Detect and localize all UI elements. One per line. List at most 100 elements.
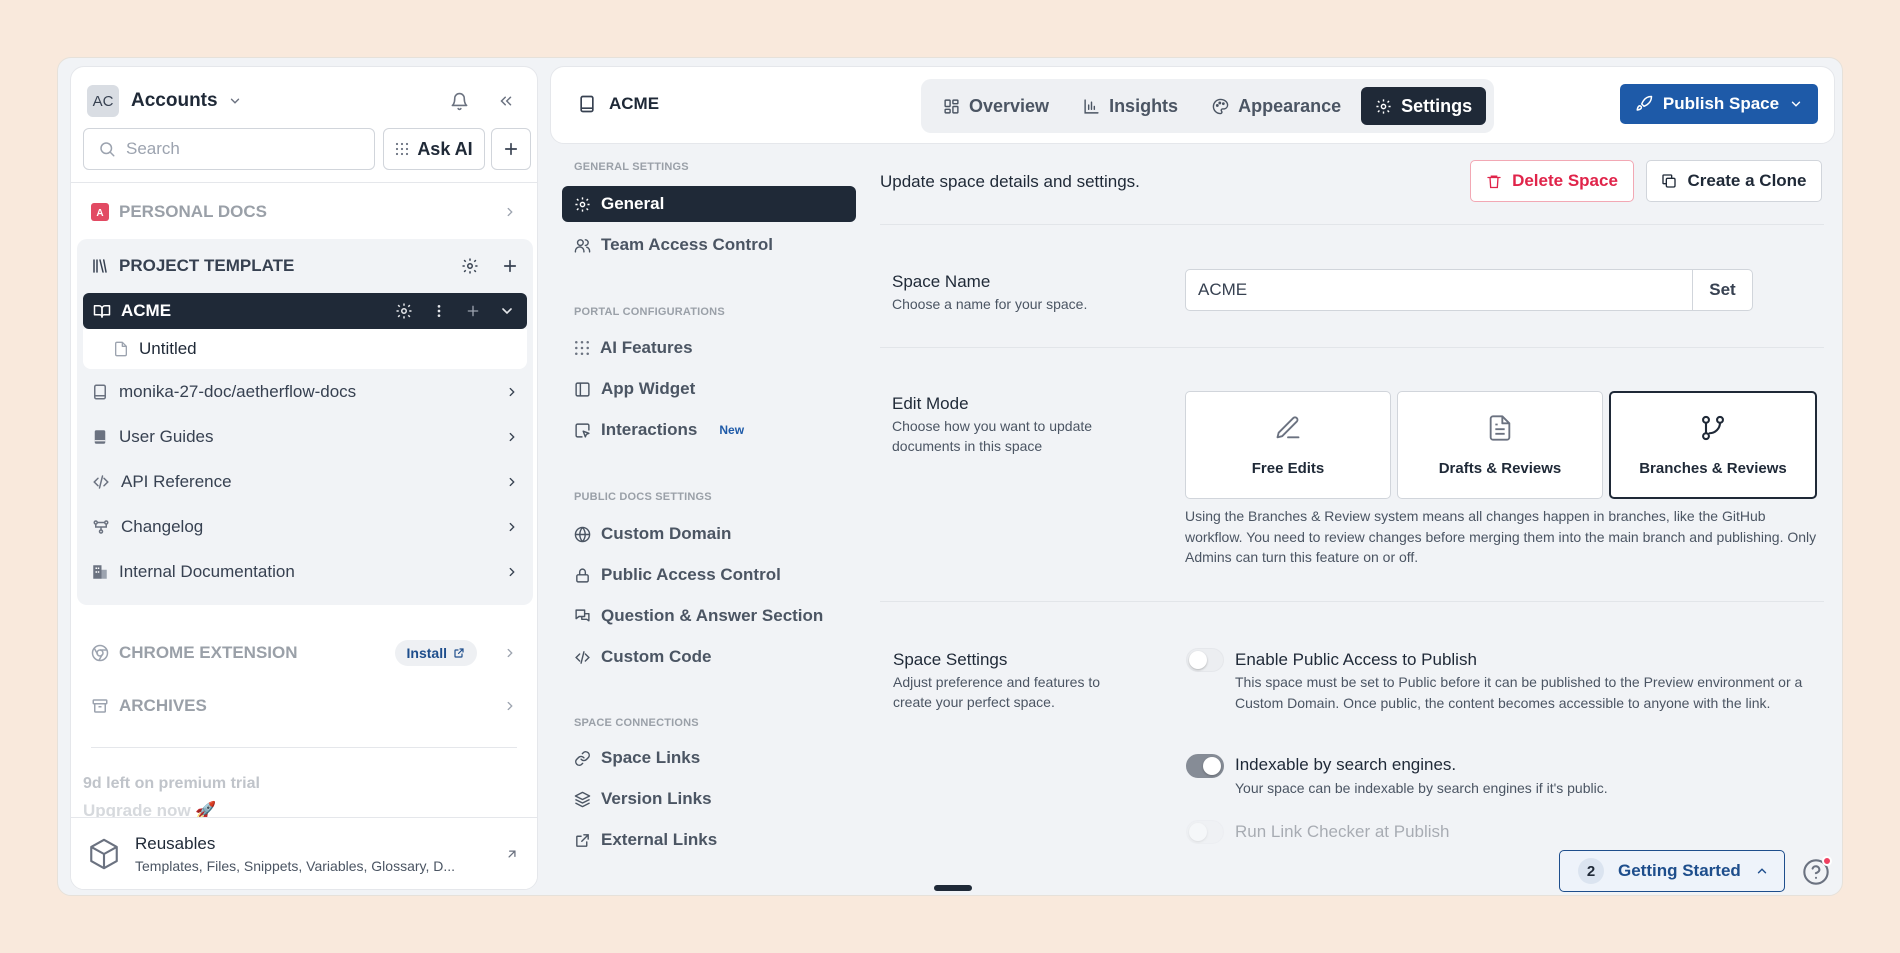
indexable-toggle[interactable] [1186, 754, 1224, 778]
chevron-right-icon[interactable] [503, 646, 517, 660]
bell-icon[interactable] [450, 92, 469, 111]
notification-dot [1822, 856, 1832, 866]
chevron-right-icon[interactable] [505, 430, 519, 444]
tab-insights[interactable]: Insights [1069, 87, 1192, 125]
drag-handle[interactable] [934, 885, 972, 891]
sidebar-item-changelog[interactable]: Changelog [91, 512, 519, 542]
external-link-icon [453, 647, 465, 659]
publish-label: Publish Space [1662, 94, 1780, 113]
delete-space-button[interactable]: Delete Space [1470, 160, 1634, 202]
install-label: Install [406, 645, 447, 661]
section-project-template[interactable]: PROJECT TEMPLATE [91, 251, 519, 281]
section-chrome-extension[interactable]: CHROME EXTENSION Install [91, 638, 517, 668]
nav-item-public-access-control[interactable]: Public Access Control [562, 557, 856, 593]
chevron-right-icon[interactable] [503, 205, 517, 219]
nav-item-external-links[interactable]: External Links [562, 822, 856, 858]
layers-icon [574, 791, 591, 808]
search-placeholder: Search [126, 139, 180, 158]
more-vertical-icon[interactable] [431, 303, 447, 319]
nav-item-general[interactable]: General [562, 186, 856, 222]
project-template-group: PROJECT TEMPLATE ACME Untitled monika-27… [77, 239, 533, 605]
link-checker-toggle[interactable] [1186, 820, 1224, 844]
sidebar-item-aetherflow-docs[interactable]: monika-27-doc/aetherflow-docs [91, 377, 519, 407]
section-archives[interactable]: ARCHIVES [91, 691, 517, 721]
toggle-knob [1203, 757, 1221, 775]
gear-icon [1375, 98, 1392, 115]
arrow-up-right-icon[interactable] [505, 847, 519, 861]
ask-ai-label: Ask AI [417, 138, 473, 159]
create-clone-button[interactable]: Create a Clone [1646, 160, 1822, 202]
edit-mode-subtitle: Choose how you want to update documents … [892, 418, 1093, 454]
add-button[interactable] [491, 128, 531, 170]
gear-icon[interactable] [461, 257, 479, 275]
plus-icon[interactable] [501, 257, 519, 275]
chevron-right-icon[interactable] [505, 520, 519, 534]
nav-item-custom-code[interactable]: Custom Code [562, 639, 856, 675]
nav-item-app-widget[interactable]: App Widget [562, 371, 856, 407]
tab-overview[interactable]: Overview [929, 87, 1063, 125]
publish-space-button[interactable]: Publish Space [1620, 84, 1818, 124]
install-button[interactable]: Install [394, 640, 477, 666]
tab-settings[interactable]: Settings [1361, 87, 1487, 125]
sidebar-item-user-guides[interactable]: User Guides [91, 422, 519, 452]
chevron-right-icon[interactable] [505, 565, 519, 579]
delete-label: Delete Space [1512, 171, 1618, 190]
account-header: AC Accounts [87, 83, 521, 119]
nav-label: Interactions [601, 420, 698, 439]
mode-branches-reviews[interactable]: Branches & Reviews [1609, 391, 1817, 499]
nav-item-version-links[interactable]: Version Links [562, 781, 856, 817]
chart-icon [1083, 98, 1100, 115]
sidebar-item-api-reference[interactable]: API Reference [91, 467, 519, 497]
avatar[interactable]: AC [87, 85, 119, 117]
section-personal-docs[interactable]: A PERSONAL DOCS [91, 197, 517, 227]
rocket-icon [1635, 95, 1653, 113]
tab-appearance[interactable]: Appearance [1198, 87, 1355, 125]
mode-free-edits[interactable]: Free Edits [1185, 391, 1391, 499]
lock-icon [574, 567, 591, 584]
globe-icon [574, 526, 591, 543]
sidebar-item-label: Untitled [139, 339, 197, 358]
nav-heading-portal: PORTAL CONFIGURATIONS [574, 306, 725, 318]
archive-icon [91, 697, 109, 715]
document-icon [113, 341, 129, 357]
nav-label: External Links [601, 830, 718, 849]
chevron-right-icon[interactable] [505, 385, 519, 399]
chevron-down-icon[interactable] [499, 303, 515, 319]
sidebar-item-internal-documentation[interactable]: Internal Documentation [91, 557, 519, 587]
section-label: CHROME EXTENSION [119, 643, 298, 662]
open-book-icon [93, 302, 111, 320]
gear-icon[interactable] [395, 302, 413, 320]
nav-label: Team Access Control [601, 235, 773, 254]
plus-icon[interactable] [465, 303, 481, 319]
mode-drafts-reviews[interactable]: Drafts & Reviews [1397, 391, 1603, 499]
help-button[interactable] [1802, 856, 1832, 886]
nav-item-ai-features[interactable]: AI Features [562, 330, 856, 366]
public-access-toggle[interactable] [1186, 648, 1224, 672]
nav-item-qa-section[interactable]: Question & Answer Section [562, 598, 856, 634]
copy-icon [1661, 173, 1677, 189]
nav-item-space-links[interactable]: Space Links [562, 740, 856, 776]
nav-item-interactions[interactable]: Interactions New [562, 412, 856, 448]
set-button[interactable]: Set [1692, 270, 1752, 310]
reusables-panel[interactable]: Reusables Templates, Files, Snippets, Va… [71, 817, 537, 889]
space-name-input[interactable] [1186, 270, 1692, 310]
getting-started-button[interactable]: 2 Getting Started [1559, 850, 1785, 892]
space-name-field: Set [1185, 269, 1753, 311]
nav-item-custom-domain[interactable]: Custom Domain [562, 516, 856, 552]
box-icon [87, 837, 121, 871]
collapse-sidebar-icon[interactable] [497, 92, 515, 110]
account-name[interactable]: Accounts [131, 90, 218, 112]
chevron-right-icon[interactable] [505, 475, 519, 489]
tab-label: Appearance [1238, 95, 1342, 116]
toggle-knob [1189, 651, 1207, 669]
chevron-down-icon[interactable] [228, 94, 242, 108]
space-settings-title: Space Settings [893, 650, 1008, 669]
sidebar-item-acme[interactable]: ACME [83, 293, 527, 329]
sidebar-item-untitled[interactable]: Untitled [83, 329, 527, 369]
search-box[interactable]: Search [83, 128, 375, 170]
nav-label: General [601, 194, 665, 213]
chevron-right-icon[interactable] [503, 699, 517, 713]
ask-ai-button[interactable]: Ask AI [383, 128, 485, 170]
nav-item-team-access-control[interactable]: Team Access Control [562, 227, 856, 263]
nav-heading-public-docs: PUBLIC DOCS SETTINGS [574, 491, 712, 503]
